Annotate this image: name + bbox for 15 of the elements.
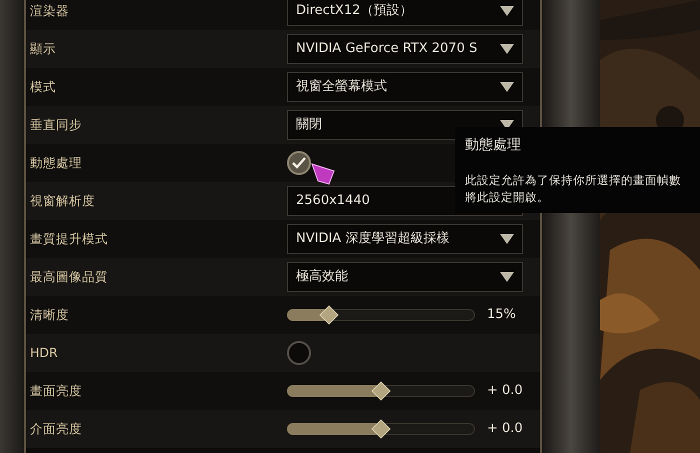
setting-label: 渲染器 (30, 2, 70, 20)
setting-label: 介面亮度 (30, 420, 83, 438)
setting-label: 畫面亮度 (30, 382, 83, 400)
setting-label: HDR (30, 344, 59, 362)
setting-label: 最高圖像品質 (30, 268, 109, 286)
slider-value: 15% (487, 306, 516, 324)
setting-label: 顯示 (30, 40, 57, 58)
setting-label: 畫質提升模式 (30, 230, 109, 248)
slider-value: + 0.0 (487, 420, 523, 438)
setting-label: 模式 (30, 78, 57, 96)
setting-label: 動態處理 (30, 154, 83, 172)
setting-label: 垂直同步 (30, 116, 83, 134)
setting-label: 視窗解析度 (30, 192, 96, 210)
setting-label: 清晰度 (30, 306, 70, 324)
slider-value: + 0.0 (487, 382, 523, 400)
